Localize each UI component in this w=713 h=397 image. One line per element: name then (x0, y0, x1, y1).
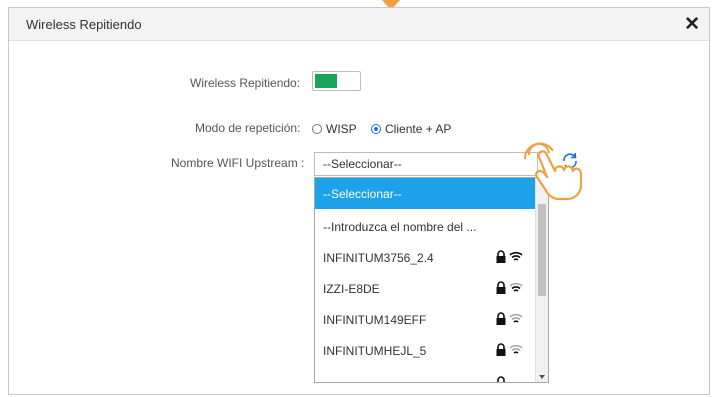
lock-icon (496, 281, 506, 294)
dialog-title: Wireless Repitiendo (26, 17, 142, 32)
dropdown-item-label: INFINITUM3756_2.4 (323, 251, 434, 265)
wireless-repeater-dialog: Wireless Repitiendo ✕ Wireless Repitiend… (8, 7, 710, 395)
close-icon[interactable]: ✕ (684, 13, 700, 36)
lock-icon (496, 250, 506, 263)
wifi-weak-icon (509, 313, 523, 323)
dropdown-item-label: INFINITUM149EFF (323, 313, 427, 327)
scroll-down-arrow-icon[interactable] (539, 375, 545, 379)
tap-hand-icon (523, 142, 583, 201)
radio-client-ap-label: Cliente + AP (385, 122, 452, 136)
mode-radio-group: WISP Cliente + AP (312, 122, 462, 137)
dropdown-item-partial[interactable] (315, 368, 535, 382)
upstream-select[interactable]: --Seleccionar-- (314, 152, 538, 176)
radio-client-ap-circle (371, 124, 382, 134)
radio-client-ap[interactable]: Cliente + AP (371, 122, 451, 136)
wifi-medium-icon (509, 282, 523, 292)
radio-wisp-circle (312, 124, 322, 134)
dropdown-item-label: --Seleccionar-- (323, 187, 402, 201)
upstream-dropdown-list: --Seleccionar-- --Introduzca el nombre d… (314, 177, 549, 383)
radio-wisp-label: WISP (326, 122, 357, 136)
upstream-label: Nombre WIFI Upstream : (171, 156, 305, 170)
dialog-header: Wireless Repitiendo ✕ (9, 8, 709, 41)
dropdown-item[interactable]: INFINITUM149EFF (315, 304, 535, 335)
dropdown-item-label: INFINITUMHEJL_5 (323, 344, 427, 358)
repeater-toggle[interactable] (312, 71, 361, 91)
lock-icon (496, 312, 506, 325)
lock-icon (496, 343, 506, 356)
wifi-weak-icon (509, 344, 523, 354)
lock-icon (497, 376, 505, 382)
dropdown-item[interactable]: --Introduzca el nombre del ... (315, 211, 535, 242)
toggle-knob (315, 74, 337, 88)
mode-label: Modo de repetición: (195, 121, 301, 135)
dropdown-item[interactable]: IZZI-E8DE (315, 273, 535, 304)
wifi-strong-icon (509, 251, 523, 261)
repeater-label: Wireless Repitiendo: (190, 76, 301, 90)
scrollbar-thumb[interactable] (538, 204, 546, 296)
radio-wisp[interactable]: WISP (312, 122, 357, 136)
dropdown-scrollbar[interactable] (535, 178, 548, 382)
dropdown-item-label: IZZI-E8DE (323, 282, 380, 296)
dropdown-item-label: --Introduzca el nombre del ... (323, 220, 477, 234)
dropdown-item[interactable]: INFINITUM3756_2.4 (315, 242, 535, 273)
dropdown-item[interactable]: INFINITUMHEJL_5 (315, 335, 535, 366)
dropdown-item[interactable]: --Seleccionar-- (315, 178, 535, 209)
